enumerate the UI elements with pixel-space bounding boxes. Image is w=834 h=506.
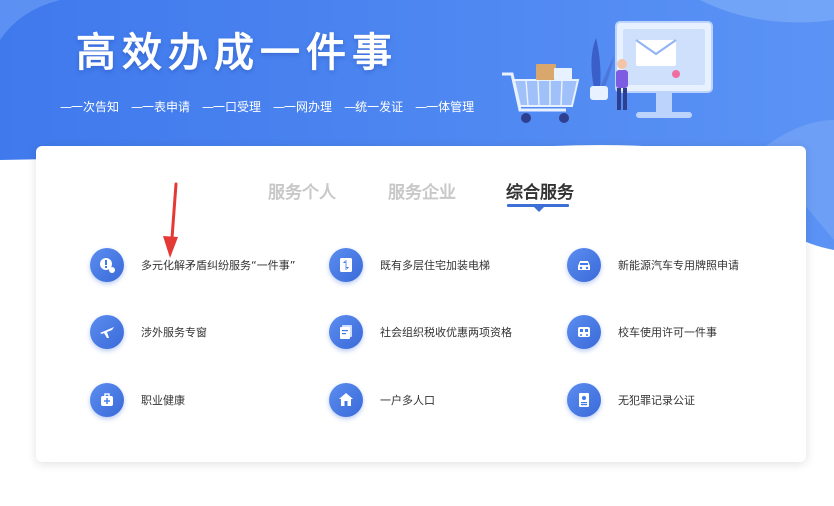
active-tab-caret: [534, 207, 544, 212]
car-icon: [567, 248, 601, 282]
slogan-item: 一网办理: [273, 98, 332, 115]
service-label: 既有多层住宅加装电梯: [380, 259, 490, 272]
service-label: 一户多人口: [380, 394, 435, 407]
tax-icon: [329, 315, 363, 349]
tab-enterprise-services[interactable]: 服务企业: [388, 178, 456, 203]
bus-icon: [567, 315, 601, 349]
slogan-item: 一次告知: [60, 98, 119, 115]
service-label: 多元化解矛盾纠纷服务“一件事”: [141, 259, 296, 272]
tab-comprehensive-services[interactable]: 综合服务: [506, 178, 574, 203]
service-item-elevator-installation[interactable]: 既有多层住宅加装电梯: [329, 248, 490, 282]
house-icon: [329, 383, 363, 417]
service-label: 社会组织税收优惠两项资格: [380, 326, 512, 339]
service-label: 无犯罪记录公证: [618, 394, 695, 407]
service-item-occupational-health[interactable]: 职业健康: [90, 383, 185, 417]
slogan-list: 一次告知 一表申请 一口受理 一网办理 统一发证 一体管理: [60, 98, 474, 115]
service-item-dispute-resolution[interactable]: 多元化解矛盾纠纷服务“一件事”: [90, 248, 295, 282]
banner-title: 高效办成一件事: [76, 30, 398, 76]
service-label: 职业健康: [141, 394, 185, 407]
slogan-item: 一口受理: [202, 98, 261, 115]
service-item-school-bus-permit[interactable]: 校车使用许可一件事: [567, 315, 717, 349]
airplane-icon: [90, 315, 124, 349]
service-item-ev-license-plate[interactable]: 新能源汽车专用牌照申请: [567, 248, 739, 282]
service-item-foreign-affairs-window[interactable]: 涉外服务专窗: [90, 315, 207, 349]
elevator-icon: [329, 248, 363, 282]
certificate-icon: [567, 383, 601, 417]
services-card: 服务个人 服务企业 综合服务 多元化解矛盾纠纷服务“一件事” 既有多层住宅加装电…: [36, 146, 806, 462]
tab-personal-services[interactable]: 服务个人: [268, 178, 336, 203]
service-item-household-registration[interactable]: 一户多人口: [329, 383, 435, 417]
service-label: 校车使用许可一件事: [618, 326, 717, 339]
medical-kit-icon: [90, 383, 124, 417]
service-item-no-criminal-record[interactable]: 无犯罪记录公证: [567, 383, 695, 417]
slogan-item: 统一发证: [344, 98, 403, 115]
slogan-item: 一表申请: [131, 98, 190, 115]
service-item-tax-exemption[interactable]: 社会组织税收优惠两项资格: [329, 315, 512, 349]
shopping-cart-illustration: [502, 21, 713, 123]
service-label: 新能源汽车专用牌照申请: [618, 259, 739, 272]
slogan-item: 一体管理: [415, 98, 474, 115]
dispute-icon: [90, 248, 124, 282]
service-label: 涉外服务专窗: [141, 326, 207, 339]
